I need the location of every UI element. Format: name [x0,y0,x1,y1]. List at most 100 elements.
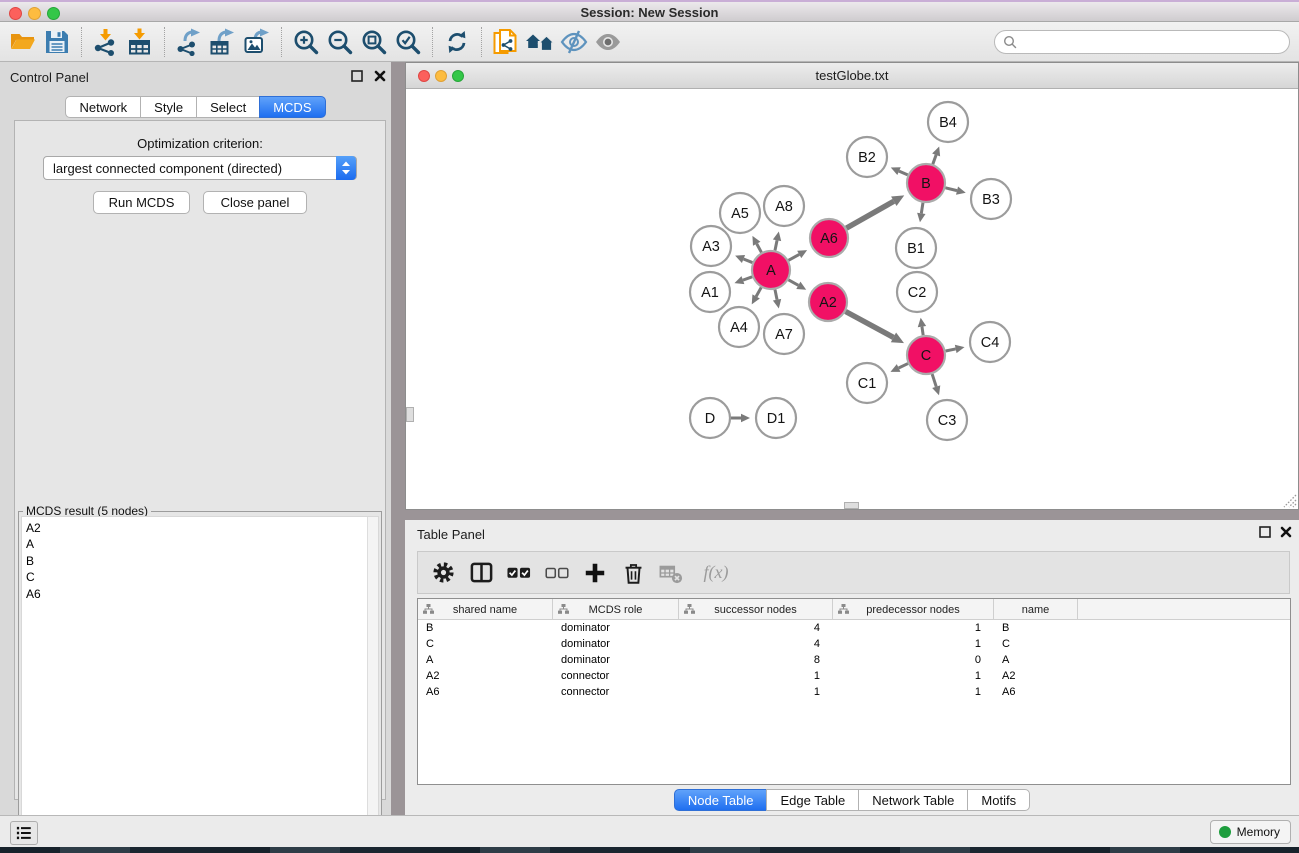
tab-network-table[interactable]: Network Table [858,789,968,811]
graph-edge-B-B1[interactable] [921,203,923,214]
panel-divider[interactable] [391,62,405,815]
graph-node-A4[interactable]: A4 [719,307,759,347]
criterion-dropdown[interactable]: largest connected component (directed) [43,156,357,180]
zoom-selected-button[interactable] [391,25,425,59]
graph-node-A1[interactable]: A1 [690,272,730,312]
close-panel-button[interactable] [372,70,387,85]
tab-style[interactable]: Style [140,96,197,118]
zoom-out-button[interactable] [323,25,357,59]
close-table-panel-button[interactable] [1278,526,1293,541]
table-row[interactable]: Bdominator41B [418,620,1290,636]
delete-table-button[interactable] [656,556,686,590]
table-row[interactable]: Adominator80A [418,652,1290,668]
graph-edge-A-A7[interactable] [775,290,777,300]
network-graph[interactable]: AA1A2A3A4A5A6A7A8BB1B2B3B4CC1C2C3C4DD1 [406,89,1298,510]
graph-node-D[interactable]: D [690,398,730,438]
graph-node-A3[interactable]: A3 [691,226,731,266]
tab-motifs[interactable]: Motifs [967,789,1030,811]
graph-edge-A2-C[interactable] [846,312,894,338]
column-header-MCDS-role[interactable]: MCDS role [553,599,679,620]
column-header-predecessor-nodes[interactable]: predecessor nodes [833,599,994,620]
graph-node-B3[interactable]: B3 [971,179,1011,219]
show-graphics-button[interactable] [591,25,625,59]
export-table-button[interactable] [206,25,240,59]
delete-column-button[interactable] [618,556,648,590]
mcds-result-item[interactable]: A [22,536,378,552]
float-table-panel-button[interactable] [1257,526,1272,541]
graph-node-A8[interactable]: A8 [764,186,804,226]
graph-edge-A-A2[interactable] [788,280,798,286]
network-canvas[interactable]: AA1A2A3A4A5A6A7A8BB1B2B3B4CC1C2C3C4DD1 [406,89,1298,509]
resize-grip[interactable] [1281,492,1297,508]
graph-node-C1[interactable]: C1 [847,363,887,403]
mcds-result-item[interactable]: A2 [22,520,378,536]
search-input[interactable] [1018,32,1289,52]
column-header-name[interactable]: name [994,599,1078,620]
horizontal-scroll-nub[interactable] [844,502,859,509]
select-checkboxes-button[interactable] [504,556,534,590]
graph-node-D1[interactable]: D1 [756,398,796,438]
split-columns-button[interactable] [466,556,496,590]
hide-graphics-button[interactable] [557,25,591,59]
column-header-successor-nodes[interactable]: successor nodes [679,599,833,620]
mcds-result-item[interactable]: C [22,569,378,585]
tab-mcds[interactable]: MCDS [259,96,325,118]
home-view-button[interactable] [523,25,557,59]
tab-network[interactable]: Network [65,96,141,118]
graph-edge-A-A4[interactable] [756,287,761,296]
save-session-button[interactable] [40,25,74,59]
graph-edge-C-C1[interactable] [899,364,908,368]
graph-edge-B-B2[interactable] [899,171,908,175]
tab-edge-table[interactable]: Edge Table [766,789,859,811]
mcds-result-item[interactable]: B [22,553,378,569]
memory-button[interactable]: Memory [1210,820,1291,844]
vertical-scroll-nub[interactable] [406,407,414,422]
zoom-fit-button[interactable] [357,25,391,59]
mcds-result-item[interactable]: A6 [22,586,378,602]
graph-edge-A-A5[interactable] [757,244,762,253]
graph-edge-B-B3[interactable] [945,188,957,191]
graph-node-C3[interactable]: C3 [927,400,967,440]
close-panel-action-button[interactable]: Close panel [203,191,307,214]
graph-edge-C-C2[interactable] [922,327,923,336]
task-history-button[interactable] [10,821,38,845]
graph-node-A[interactable]: A [752,251,790,289]
import-table-button[interactable] [123,25,157,59]
graph-edge-A-A6[interactable] [789,254,800,260]
refresh-view-button[interactable] [440,25,474,59]
graph-edge-A6-B[interactable] [846,201,893,228]
graph-node-A7[interactable]: A7 [764,314,804,354]
table-row[interactable]: A2connector11A2 [418,668,1290,684]
table-row[interactable]: A6connector11A6 [418,684,1290,700]
export-network-button[interactable] [172,25,206,59]
mcds-scrollbar[interactable] [367,517,378,851]
network-window-titlebar[interactable]: testGlobe.txt [406,63,1298,89]
graph-edge-B-B4[interactable] [933,155,936,164]
tab-node-table[interactable]: Node Table [674,789,768,811]
table-row[interactable]: Cdominator41C [418,636,1290,652]
graph-node-B[interactable]: B [907,164,945,202]
graph-node-C4[interactable]: C4 [970,322,1010,362]
add-column-button[interactable] [580,556,610,590]
table-settings-button[interactable] [428,556,458,590]
graph-node-C2[interactable]: C2 [897,272,937,312]
open-network-file-button[interactable] [489,25,523,59]
graph-edge-A-A1[interactable] [743,277,752,280]
graph-edge-C-C3[interactable] [932,374,936,387]
graph-node-B4[interactable]: B4 [928,102,968,142]
graph-node-A2[interactable]: A2 [809,283,847,321]
graph-node-A6[interactable]: A6 [810,219,848,257]
tab-select[interactable]: Select [196,96,260,118]
float-panel-button[interactable] [349,70,364,85]
graph-edge-A-A8[interactable] [775,240,777,250]
graph-node-B2[interactable]: B2 [847,137,887,177]
zoom-in-button[interactable] [289,25,323,59]
column-header-shared-name[interactable]: shared name [418,599,553,620]
open-session-button[interactable] [6,25,40,59]
clear-checkboxes-button[interactable] [542,556,572,590]
run-mcds-button[interactable]: Run MCDS [93,191,190,214]
graph-node-B1[interactable]: B1 [896,228,936,268]
export-image-button[interactable] [240,25,274,59]
graph-node-C[interactable]: C [907,336,945,374]
function-builder-button[interactable]: f(x) [694,556,738,590]
